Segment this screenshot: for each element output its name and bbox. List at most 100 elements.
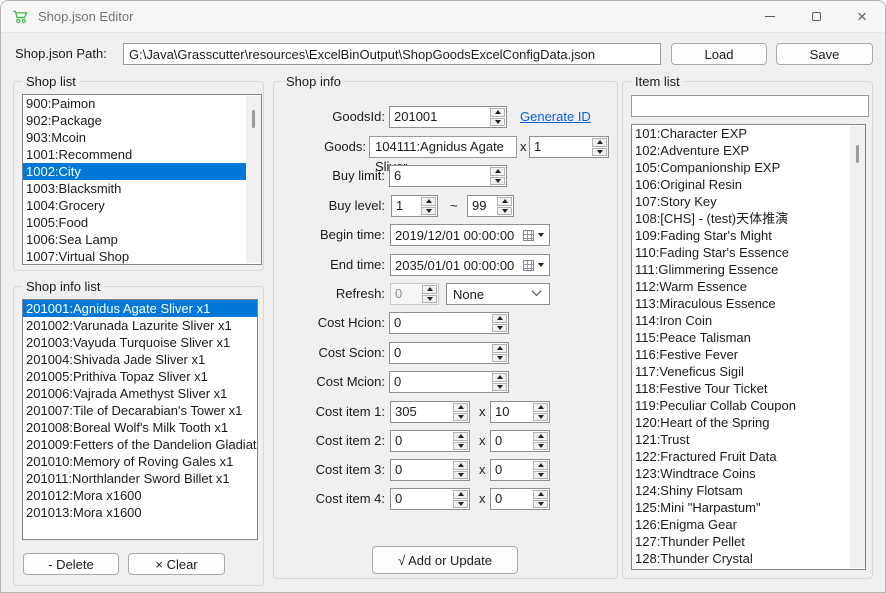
- shop-info-list-item[interactable]: 201002:Varunada Lazurite Sliver x1: [23, 317, 257, 334]
- spin-down-button[interactable]: [453, 471, 468, 480]
- item-list-item[interactable]: 106:Original Resin: [632, 176, 865, 193]
- item-list-item[interactable]: 117:Veneficus Sigil: [632, 363, 865, 380]
- path-input[interactable]: [123, 43, 661, 65]
- item-list-item[interactable]: 123:Windtrace Coins: [632, 465, 865, 482]
- shop-list-item[interactable]: 902:Package: [23, 112, 261, 129]
- spin-down-button[interactable]: [453, 413, 468, 422]
- spin-up-button[interactable]: [533, 403, 548, 412]
- shop-list-item[interactable]: 1007:Virtual Shop: [23, 248, 261, 265]
- shop-list-item[interactable]: 1004:Grocery: [23, 197, 261, 214]
- shop-list-scrollbar[interactable]: [246, 96, 261, 263]
- item-list-item[interactable]: 128:Thunder Crystal: [632, 550, 865, 567]
- generate-id-link[interactable]: Generate ID: [520, 106, 591, 128]
- buy-level-min-spinner[interactable]: 1: [391, 195, 438, 217]
- item-list-item[interactable]: 110:Fading Star's Essence: [632, 244, 865, 261]
- spin-down-button[interactable]: [453, 500, 468, 509]
- shop-info-list-item[interactable]: 201004:Shivada Jade Sliver x1: [23, 351, 257, 368]
- calendar-dropdown-button[interactable]: [523, 260, 549, 271]
- spin-down-button[interactable]: [533, 500, 548, 509]
- end-time-picker[interactable]: 2035/01/01 00:00:00: [390, 254, 550, 276]
- spin-up-button[interactable]: [490, 167, 505, 176]
- scrollbar-thumb[interactable]: [252, 110, 255, 128]
- item-listbox[interactable]: 101:Character EXP102:Adventure EXP105:Co…: [631, 124, 866, 570]
- spin-down-button[interactable]: [492, 354, 507, 363]
- spin-down-button[interactable]: [497, 207, 512, 216]
- shop-info-list-item[interactable]: 201008:Boreal Wolf's Milk Tooth x1: [23, 419, 257, 436]
- spin-down-button[interactable]: [533, 471, 548, 480]
- shop-info-list-item[interactable]: 201011:Northlander Sword Billet x1: [23, 470, 257, 487]
- shop-list-item[interactable]: 1005:Food: [23, 214, 261, 231]
- spin-up-button[interactable]: [533, 490, 548, 499]
- goodsid-spinner[interactable]: 201001: [389, 106, 507, 128]
- item-list-item[interactable]: 113:Miraculous Essence: [632, 295, 865, 312]
- spin-up-button[interactable]: [533, 432, 548, 441]
- shop-info-list-item[interactable]: 201012:Mora x1600: [23, 487, 257, 504]
- item-list-scrollbar[interactable]: [850, 126, 865, 568]
- item-list-item[interactable]: 124:Shiny Flotsam: [632, 482, 865, 499]
- spin-down-button[interactable]: [421, 207, 436, 216]
- clear-button[interactable]: × Clear: [128, 553, 225, 575]
- spin-up-button[interactable]: [453, 490, 468, 499]
- cost-item-id-spinner[interactable]: 305: [390, 401, 470, 423]
- spin-down-button[interactable]: [592, 148, 607, 157]
- cost-mcion-spinner[interactable]: 0: [389, 371, 509, 393]
- shop-list-item[interactable]: 903:Mcoin: [23, 129, 261, 146]
- shop-info-list-item[interactable]: 201013:Mora x1600: [23, 504, 257, 521]
- spin-down-button[interactable]: [533, 413, 548, 422]
- item-list-item[interactable]: 121:Trust: [632, 431, 865, 448]
- cost-item-count-spinner[interactable]: 0: [490, 459, 550, 481]
- spin-down-button[interactable]: [490, 177, 505, 186]
- refresh-mode-dropdown[interactable]: None: [446, 283, 550, 305]
- shop-list-item[interactable]: 1001:Recommend: [23, 146, 261, 163]
- spin-up-button[interactable]: [492, 344, 507, 353]
- item-list-item[interactable]: 119:Peculiar Collab Coupon: [632, 397, 865, 414]
- delete-button[interactable]: - Delete: [23, 553, 119, 575]
- title-bar[interactable]: Shop.json Editor ×: [1, 1, 885, 33]
- shop-info-list-item[interactable]: 201005:Prithiva Topaz Sliver x1: [23, 368, 257, 385]
- item-list-item[interactable]: 122:Fractured Fruit Data: [632, 448, 865, 465]
- spin-up-button[interactable]: [592, 138, 607, 147]
- shop-info-list-item[interactable]: 201006:Vajrada Amethyst Sliver x1: [23, 385, 257, 402]
- spin-up-button[interactable]: [453, 403, 468, 412]
- item-list-item[interactable]: 125:Mini "Harpastum": [632, 499, 865, 516]
- cost-item-count-spinner[interactable]: 0: [490, 430, 550, 452]
- cost-hcion-spinner[interactable]: 0: [389, 312, 509, 334]
- shop-info-listbox[interactable]: 201001:Agnidus Agate Sliver x1201002:Var…: [22, 299, 258, 540]
- spin-down-button[interactable]: [453, 442, 468, 451]
- item-list-item[interactable]: 102:Adventure EXP: [632, 142, 865, 159]
- item-list-item[interactable]: 115:Peace Talisman: [632, 329, 865, 346]
- shop-info-list-item[interactable]: 201009:Fetters of the Dandelion Gladiato…: [23, 436, 257, 453]
- item-list-item[interactable]: 118:Festive Tour Ticket: [632, 380, 865, 397]
- cost-item-id-spinner[interactable]: 0: [390, 459, 470, 481]
- item-list-item[interactable]: 111:Glimmering Essence: [632, 261, 865, 278]
- cost-item-id-spinner[interactable]: 0: [390, 430, 470, 452]
- shop-list-item[interactable]: 1003:Blacksmith: [23, 180, 261, 197]
- spin-up-button[interactable]: [421, 197, 436, 206]
- goods-input[interactable]: 104111:Agnidus Agate Sliver: [369, 136, 517, 158]
- item-list-item[interactable]: 114:Iron Coin: [632, 312, 865, 329]
- spin-up-button[interactable]: [492, 373, 507, 382]
- maximize-button[interactable]: [793, 1, 839, 33]
- goods-count-spinner[interactable]: 1: [529, 136, 609, 158]
- spin-down-button[interactable]: [533, 442, 548, 451]
- shop-info-list-item[interactable]: 201007:Tile of Decarabian's Tower x1: [23, 402, 257, 419]
- item-search-input[interactable]: [631, 95, 869, 117]
- spin-up-button[interactable]: [453, 461, 468, 470]
- item-list-item[interactable]: 127:Thunder Pellet: [632, 533, 865, 550]
- save-button[interactable]: Save: [776, 43, 873, 65]
- spin-up-button[interactable]: [453, 432, 468, 441]
- add-or-update-button[interactable]: √ Add or Update: [372, 546, 518, 574]
- cost-item-count-spinner[interactable]: 10: [490, 401, 550, 423]
- item-list-item[interactable]: 108:[CHS] - (test)天体推演: [632, 210, 865, 227]
- spin-down-button[interactable]: [492, 324, 507, 333]
- item-list-item[interactable]: 105:Companionship EXP: [632, 159, 865, 176]
- shop-list-item[interactable]: 1002:City: [23, 163, 261, 180]
- item-list-item[interactable]: 107:Story Key: [632, 193, 865, 210]
- minimize-button[interactable]: [747, 1, 793, 33]
- begin-time-picker[interactable]: 2019/12/01 00:00:00: [390, 224, 550, 246]
- shop-info-list-item[interactable]: 201010:Memory of Roving Gales x1: [23, 453, 257, 470]
- shop-listbox[interactable]: 900:Paimon902:Package903:Mcoin1001:Recom…: [22, 94, 262, 265]
- item-list-item[interactable]: 116:Festive Fever: [632, 346, 865, 363]
- item-list-item[interactable]: 109:Fading Star's Might: [632, 227, 865, 244]
- calendar-dropdown-button[interactable]: [523, 230, 549, 241]
